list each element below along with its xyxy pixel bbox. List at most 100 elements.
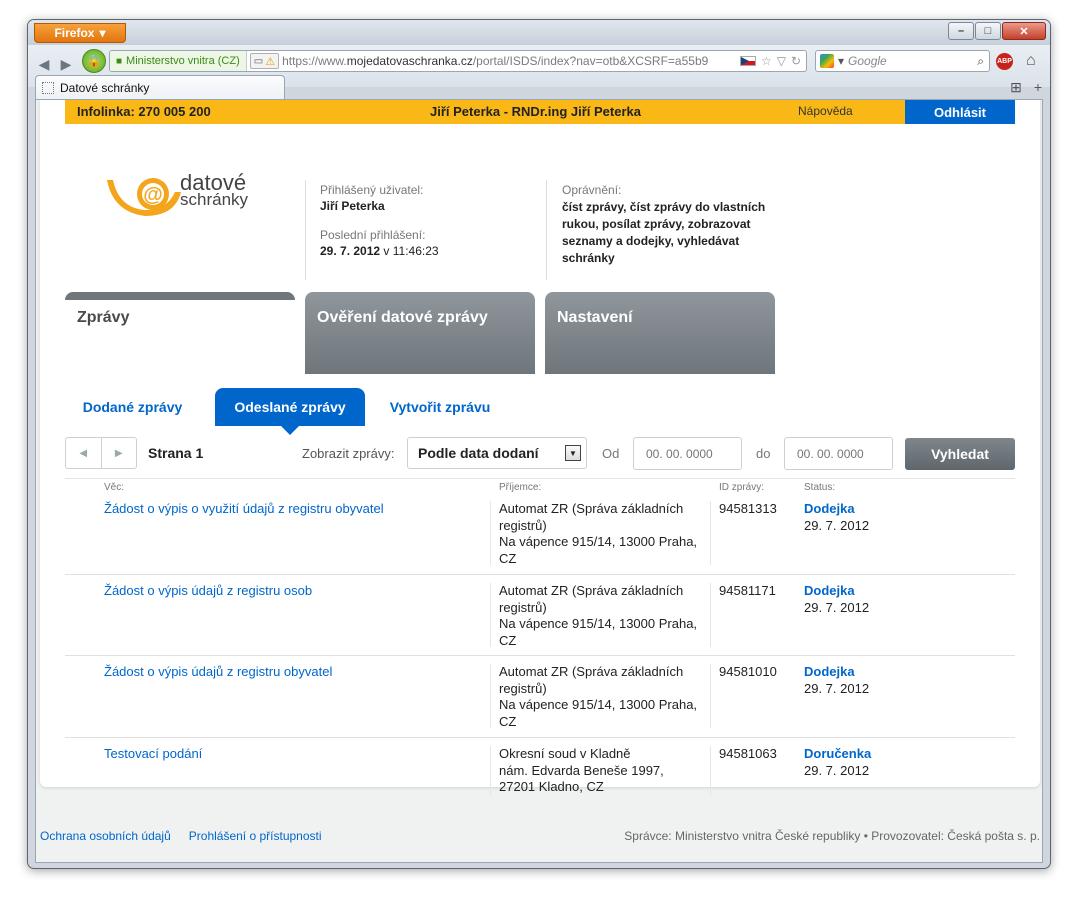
close-window-button[interactable]: ✕ bbox=[1002, 22, 1046, 40]
url-text[interactable]: https://www.mojedatovaschranka.cz/portal… bbox=[282, 54, 735, 68]
logo-line2: schránky bbox=[180, 190, 249, 209]
account-info: Přihlášený uživatel: Jiří Peterka Posled… bbox=[320, 182, 439, 259]
url-path: /portal/ISDS/index?nav=otb&XCSRF=a55b9 bbox=[472, 54, 709, 68]
message-id: 94581171 bbox=[719, 583, 776, 598]
site-identity[interactable]: ■ Ministerstvo vnitra (CZ) bbox=[110, 51, 247, 71]
status: Dodejka 29. 7. 2012 bbox=[804, 501, 869, 534]
date-to-input[interactable] bbox=[784, 437, 893, 470]
site-identity-label: Ministerstvo vnitra (CZ) bbox=[126, 55, 240, 67]
permissions-value: číst zprávy, číst zprávy do vlastních ru… bbox=[562, 200, 766, 265]
subtab-vytvorit-zpravu[interactable]: Vytvořit zprávu bbox=[375, 388, 505, 426]
back-arrow-icon[interactable]: ◀ bbox=[34, 54, 54, 74]
url-bar[interactable]: ■ Ministerstvo vnitra (CZ) ▭ ⚠ https://w… bbox=[109, 50, 807, 72]
status-date: 29. 7. 2012 bbox=[804, 680, 870, 696]
help-link[interactable]: Nápověda bbox=[798, 104, 853, 118]
favicon-icon bbox=[42, 81, 54, 94]
recipient-address: Na vápence 915/14, 13000 Praha, CZ bbox=[499, 697, 698, 729]
status-link[interactable]: Dodejka bbox=[804, 583, 869, 600]
status-date: 29. 7. 2012 bbox=[804, 517, 870, 533]
browser-window: Firefox ▾ – □ ✕ ◀ ▶ 🔒 ■ Ministerstvo vni… bbox=[27, 19, 1051, 869]
divider bbox=[490, 746, 491, 796]
warning-icon: ⚠ bbox=[265, 55, 276, 68]
message-subject-link[interactable]: Žádost o výpis o využití údajů z registr… bbox=[104, 501, 384, 516]
tab-tools: ⊞ + bbox=[1010, 79, 1042, 96]
recipient: Automat ZR (Správa základních registrů) N… bbox=[499, 583, 704, 649]
sort-select[interactable]: Podle data dodaní ▼ bbox=[407, 437, 587, 469]
page-info-warning[interactable]: ▭ ⚠ bbox=[249, 53, 280, 69]
reload-icon[interactable]: ↻ bbox=[791, 54, 801, 68]
recipient: Automat ZR (Správa základních registrů) N… bbox=[499, 664, 704, 730]
date-from-input[interactable] bbox=[633, 437, 742, 470]
history-dropdown-icon[interactable]: ▽ bbox=[777, 54, 786, 68]
adblock-icon[interactable]: ABP bbox=[996, 53, 1013, 70]
subtab-dodane-zpravy[interactable]: Dodané zprávy bbox=[65, 388, 200, 426]
svg-text:@: @ bbox=[143, 184, 163, 206]
logo-text: datové schránky bbox=[180, 170, 249, 209]
status: Dodejka 29. 7. 2012 bbox=[804, 583, 869, 616]
search-engine-dropdown-icon[interactable]: ▾ bbox=[838, 54, 844, 68]
security-lock-icon[interactable]: 🔒 bbox=[82, 49, 106, 73]
next-page-button[interactable]: ▶ bbox=[102, 438, 137, 468]
divider bbox=[65, 737, 1015, 738]
recipient-address: Na vápence 915/14, 13000 Praha, CZ bbox=[499, 616, 698, 648]
tab-nastaveni[interactable]: Nastavení bbox=[545, 292, 775, 374]
status-link[interactable]: Dodejka bbox=[804, 501, 869, 518]
tab-overeni-datove-zpravy[interactable]: Ověření datové zprávy bbox=[305, 292, 535, 374]
message-subject-link[interactable]: Testovací podání bbox=[104, 746, 202, 761]
minimize-button[interactable]: – bbox=[948, 22, 974, 40]
home-icon[interactable]: ⌂ bbox=[1026, 52, 1036, 70]
divider bbox=[490, 501, 491, 565]
browser-tab[interactable]: Datové schránky bbox=[35, 75, 285, 99]
tab-title: Datové schránky bbox=[60, 80, 150, 95]
status-link[interactable]: Doručenka bbox=[804, 746, 871, 763]
tab-groups-icon[interactable]: ⊞ bbox=[1010, 79, 1022, 96]
search-button[interactable]: Vyhledat bbox=[905, 438, 1015, 470]
table-row[interactable]: Žádost o výpis o využití údajů z registr… bbox=[65, 501, 1015, 573]
new-tab-icon[interactable]: + bbox=[1034, 79, 1042, 96]
subtab-odeslane-zpravy[interactable]: Odeslané zprávy bbox=[215, 388, 365, 435]
search-icon[interactable]: ⌕ bbox=[977, 54, 984, 69]
recipient-name: Automat ZR (Správa základních registrů) bbox=[499, 583, 684, 615]
last-login-date: 29. 7. 2012 bbox=[320, 244, 381, 258]
privacy-link[interactable]: Ochrana osobních údajů bbox=[40, 829, 171, 843]
divider bbox=[490, 583, 491, 647]
status-link[interactable]: Dodejka bbox=[804, 664, 869, 681]
firefox-menu-button[interactable]: Firefox ▾ bbox=[34, 23, 126, 43]
recipient-name: Automat ZR (Správa základních registrů) bbox=[499, 501, 684, 533]
divider bbox=[710, 746, 711, 796]
tab-zpravy[interactable]: Zprávy bbox=[65, 292, 295, 374]
table-row[interactable]: Testovací podání Okresní soud v Kladně ná… bbox=[65, 746, 1015, 802]
select-arrow-icon[interactable]: ▼ bbox=[565, 445, 581, 461]
search-bar[interactable]: ▾ Google ⌕ bbox=[815, 50, 990, 72]
datove-schranky-logo[interactable]: @ datové schránky bbox=[105, 172, 255, 224]
status-date: 29. 7. 2012 bbox=[804, 762, 870, 778]
header-user-name: Jiří Peterka - RNDr.ing Jiří Peterka bbox=[430, 104, 641, 119]
maximize-button[interactable]: □ bbox=[975, 22, 1001, 40]
header-status: Status: bbox=[804, 482, 836, 493]
header-bar: Infolinka: 270 005 200 Jiří Peterka - RN… bbox=[65, 100, 1015, 124]
status: Dodejka 29. 7. 2012 bbox=[804, 664, 869, 697]
prev-page-button[interactable]: ◀ bbox=[66, 438, 102, 468]
infoline: Infolinka: 270 005 200 bbox=[77, 104, 211, 119]
table-row[interactable]: Žádost o výpis údajů z registru osob Aut… bbox=[65, 583, 1015, 655]
divider bbox=[305, 180, 306, 280]
bookmark-star-icon[interactable]: ☆ bbox=[761, 54, 772, 68]
page-card: Infolinka: 270 005 200 Jiří Peterka - RN… bbox=[40, 100, 1040, 796]
logout-button[interactable]: Odhlásit bbox=[905, 100, 1015, 124]
forward-arrow-icon[interactable]: ▶ bbox=[56, 54, 76, 74]
table-row[interactable]: Žádost o výpis údajů z registru obyvatel… bbox=[65, 664, 1015, 736]
divider bbox=[65, 655, 1015, 656]
message-subject-link[interactable]: Žádost o výpis údajů z registru osob bbox=[104, 583, 312, 598]
google-icon[interactable] bbox=[820, 54, 834, 68]
accessibility-link[interactable]: Prohlášení o přístupnosti bbox=[189, 829, 322, 843]
message-subject-link[interactable]: Žádost o výpis údajů z registru obyvatel bbox=[104, 664, 332, 679]
firefox-menu-label: Firefox bbox=[54, 26, 95, 40]
logo-line1: datové bbox=[180, 170, 247, 195]
logo-at-icon: @ bbox=[107, 178, 181, 216]
pager: ◀ ▶ bbox=[65, 437, 137, 469]
logged-user-label: Přihlášený uživatel: bbox=[320, 183, 424, 197]
czech-flag-icon bbox=[739, 56, 756, 66]
message-id: 94581313 bbox=[719, 501, 777, 516]
divider bbox=[65, 478, 1015, 479]
padlock-icon: ■ bbox=[116, 55, 123, 67]
